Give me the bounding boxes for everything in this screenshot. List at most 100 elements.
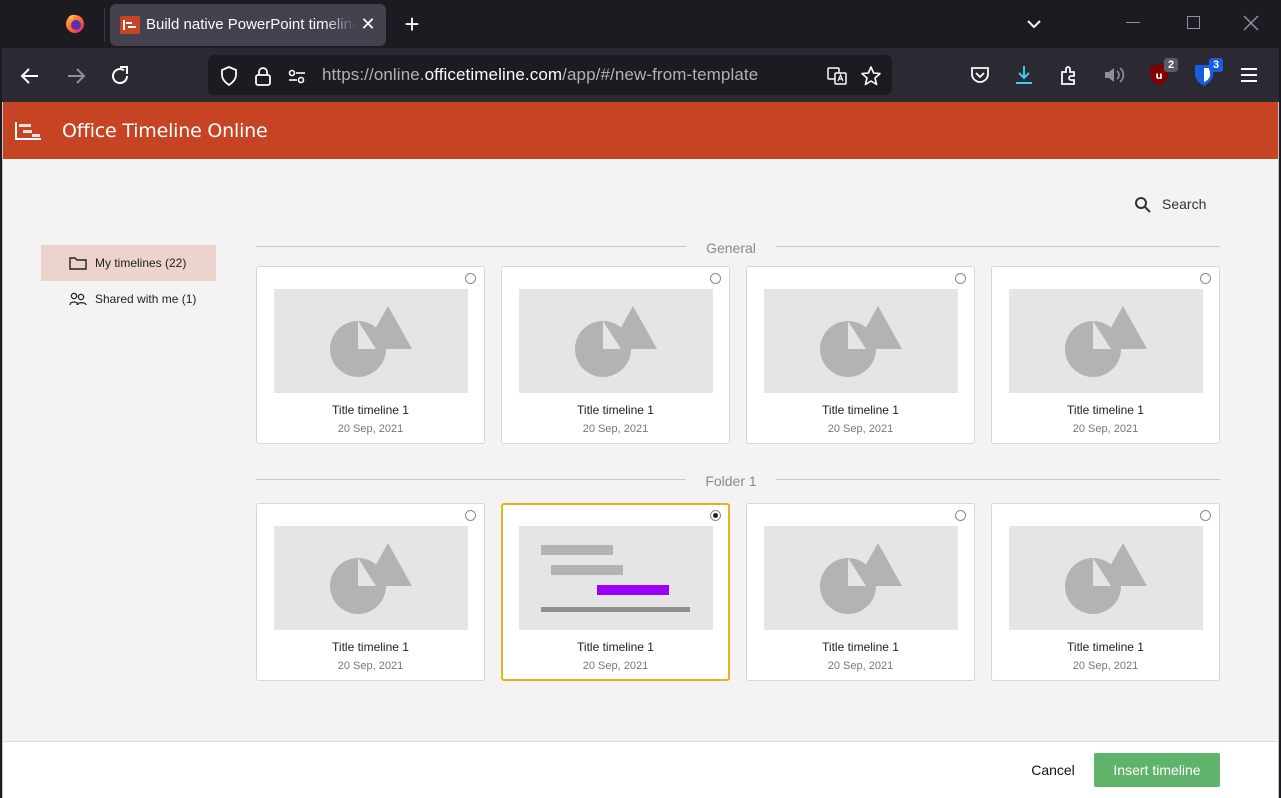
svg-text:u: u	[1155, 71, 1162, 82]
timeline-card[interactable]: Title timeline 1 20 Sep, 2021	[991, 266, 1220, 444]
card-radio-button[interactable]	[955, 510, 966, 521]
tab-title: Build native PowerPoint timeline	[146, 16, 356, 33]
group-divider-right	[776, 479, 1220, 480]
placeholder-shapes-icon	[575, 306, 657, 377]
permissions-icon[interactable]	[286, 65, 308, 87]
card-title: Title timeline 1	[822, 403, 899, 417]
hamburger-menu-icon[interactable]	[1236, 62, 1262, 88]
template-gallery: Search My timelines (22) Shared with me …	[2, 159, 1279, 741]
forward-arrow-icon[interactable]	[62, 62, 90, 90]
sidebar-item-my-timelines[interactable]: My timelines (22)	[41, 245, 216, 281]
timeline-card[interactable]: Title timeline 1 20 Sep, 2021	[991, 503, 1220, 681]
timeline-card[interactable]: Title timeline 1 20 Sep, 2021	[501, 503, 730, 681]
window-edge	[1278, 102, 1279, 798]
card-date: 20 Sep, 2021	[827, 423, 894, 435]
group-label-folder-1: Folder 1	[705, 473, 757, 489]
group-divider-left	[256, 479, 686, 480]
card-title: Title timeline 1	[822, 640, 899, 654]
office-timeline-logo-icon	[15, 122, 41, 140]
card-date: 20 Sep, 2021	[582, 423, 649, 435]
window-edge	[2, 102, 3, 798]
shield-icon[interactable]	[218, 65, 240, 87]
office-timeline-favicon-icon	[120, 16, 140, 34]
placeholder-shapes-icon	[820, 306, 902, 377]
tab-active[interactable]: Build native PowerPoint timeline ✕	[110, 4, 386, 46]
app-title: Office Timeline Online	[62, 120, 268, 142]
card-radio-button[interactable]	[1200, 510, 1211, 521]
download-icon[interactable]	[1011, 62, 1037, 88]
reload-icon[interactable]	[106, 62, 134, 90]
search-icon	[1135, 197, 1151, 213]
card-radio-button[interactable]	[710, 273, 721, 284]
sidebar-item-label: Shared with me (1)	[95, 292, 197, 306]
app-header: Office Timeline Online	[2, 102, 1279, 159]
card-title: Title timeline 1	[332, 403, 409, 417]
sidebar-item-label: My timelines (22)	[95, 256, 187, 270]
card-thumbnail	[1009, 526, 1203, 630]
card-title: Title timeline 1	[577, 640, 654, 654]
timeline-card[interactable]: Title timeline 1 20 Sep, 2021	[256, 503, 485, 681]
card-radio-button[interactable]	[465, 510, 476, 521]
tab-separator	[104, 8, 105, 42]
sidebar-item-shared-with-me[interactable]: Shared with me (1)	[41, 281, 216, 317]
extensions-icon[interactable]	[1056, 62, 1082, 88]
placeholder-shapes-icon	[820, 543, 902, 614]
address-bar[interactable]: https://online.officetimeline.com/app/#/…	[208, 55, 892, 95]
firefox-icon[interactable]	[64, 12, 86, 34]
card-radio-button[interactable]	[1200, 273, 1211, 284]
maximize-icon[interactable]	[1187, 16, 1200, 29]
tab-close-icon[interactable]: ✕	[356, 12, 380, 36]
bitwarden-badge: 3	[1209, 58, 1223, 72]
url-text[interactable]: https://online.officetimeline.com/app/#/…	[322, 65, 758, 85]
card-date: 20 Sep, 2021	[827, 660, 894, 672]
group-divider-left	[256, 246, 686, 247]
timeline-card[interactable]: Title timeline 1 20 Sep, 2021	[746, 266, 975, 444]
placeholder-shapes-icon	[1065, 306, 1147, 377]
timeline-card[interactable]: Title timeline 1 20 Sep, 2021	[501, 266, 730, 444]
bookmark-star-icon[interactable]	[860, 65, 882, 87]
translate-icon[interactable]	[826, 65, 848, 87]
card-thumbnail	[519, 526, 713, 630]
chevron-down-icon[interactable]	[1020, 12, 1048, 36]
window-close-icon[interactable]	[1240, 12, 1262, 34]
url-domain: officetimeline.com	[424, 65, 563, 84]
card-date: 20 Sep, 2021	[1072, 423, 1139, 435]
tab-bar: Build native PowerPoint timeline ✕ +	[2, 0, 1279, 48]
speaker-icon[interactable]	[1101, 62, 1127, 88]
bitwarden-icon[interactable]: 3	[1191, 58, 1223, 88]
card-radio-button[interactable]	[465, 273, 476, 284]
back-arrow-icon[interactable]	[16, 62, 44, 90]
search-label: Search	[1162, 196, 1207, 212]
lock-icon[interactable]	[252, 65, 274, 87]
card-title: Title timeline 1	[577, 403, 654, 417]
dialog-footer: Cancel Insert timeline	[2, 741, 1279, 798]
people-icon	[69, 292, 87, 306]
card-thumbnail	[519, 289, 713, 393]
pocket-icon[interactable]	[967, 62, 993, 88]
card-thumbnail	[1009, 289, 1203, 393]
group-label-general: General	[706, 240, 756, 256]
ublock-origin-icon[interactable]: u 2	[1146, 58, 1178, 88]
card-date: 20 Sep, 2021	[582, 660, 649, 672]
card-thumbnail	[764, 289, 958, 393]
card-radio-button[interactable]	[710, 510, 721, 521]
insert-timeline-button[interactable]: Insert timeline	[1094, 753, 1220, 787]
placeholder-shapes-icon	[330, 306, 412, 377]
new-tab-icon[interactable]: +	[398, 10, 426, 38]
navigation-bar: https://online.officetimeline.com/app/#/…	[2, 48, 1279, 102]
card-title: Title timeline 1	[332, 640, 409, 654]
timeline-card[interactable]: Title timeline 1 20 Sep, 2021	[746, 503, 975, 681]
cancel-button[interactable]: Cancel	[1022, 754, 1084, 786]
card-date: 20 Sep, 2021	[337, 423, 404, 435]
browser-window: Build native PowerPoint timeline ✕ + htt…	[2, 0, 1279, 798]
ublock-badge: 2	[1164, 58, 1178, 72]
timeline-card[interactable]: Title timeline 1 20 Sep, 2021	[256, 266, 485, 444]
minimize-icon[interactable]	[1126, 22, 1140, 23]
card-date: 20 Sep, 2021	[337, 660, 404, 672]
card-thumbnail	[274, 289, 468, 393]
url-path: /app/#/new-from-template	[562, 65, 759, 84]
search-button[interactable]: Search	[1134, 194, 1214, 216]
card-title: Title timeline 1	[1067, 640, 1144, 654]
folder-icon	[69, 257, 87, 270]
card-radio-button[interactable]	[955, 273, 966, 284]
